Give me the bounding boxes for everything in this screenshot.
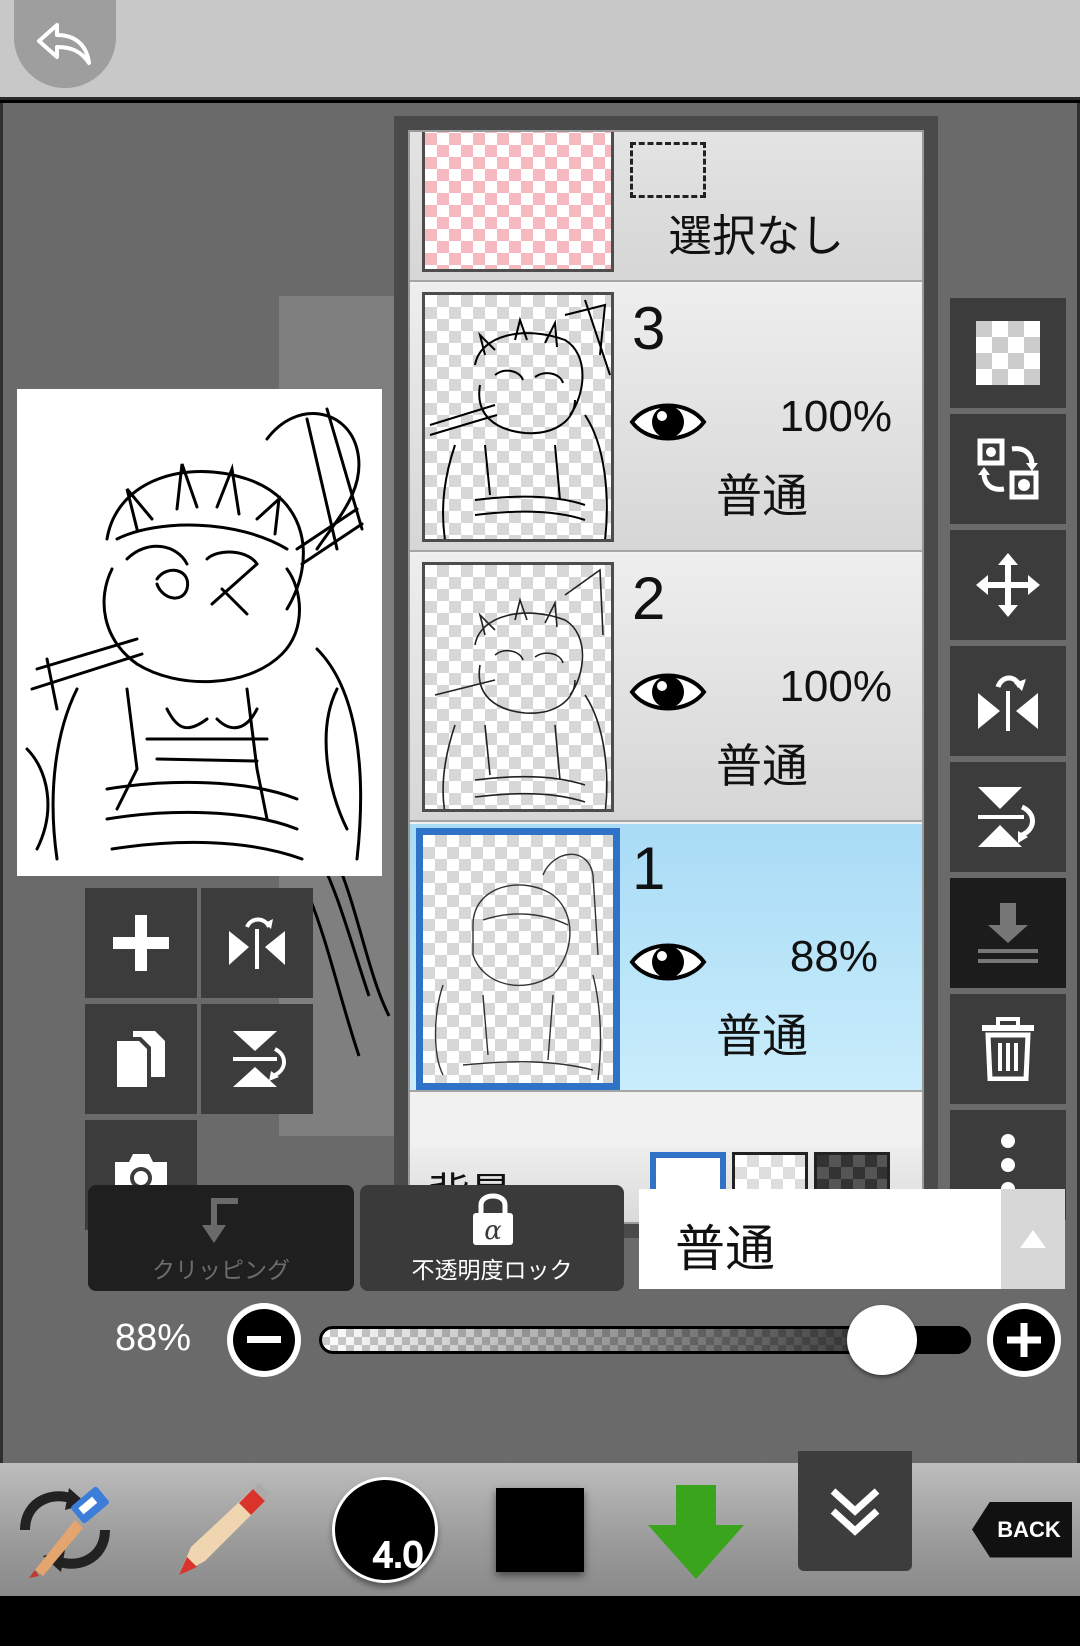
minus-icon — [247, 1336, 281, 1343]
layer-blend-mode: 普通 — [716, 739, 808, 793]
flip-horizontal-icon — [978, 675, 1038, 731]
brush-size-circle: 4.0 — [332, 1476, 438, 1583]
clipping-label: クリッピング — [152, 1258, 290, 1284]
brush-size-button[interactable]: 4.0 — [330, 1463, 440, 1596]
swap-brush-eraser-button[interactable] — [10, 1463, 120, 1596]
visibility-eye-icon[interactable] — [628, 394, 708, 454]
pencil-brush-icon — [179, 1482, 269, 1575]
layer-side-toolbar — [950, 298, 1066, 1220]
move-icon — [976, 553, 1040, 617]
add-layer-button[interactable] — [85, 888, 197, 998]
flip-layer-vertical-button[interactable] — [950, 762, 1066, 872]
more-vertical-icon — [1001, 1134, 1015, 1196]
blend-mode-select[interactable]: 普通 — [639, 1189, 1001, 1289]
layer-panel: 選択なし 3 100% 普通 2 100% 普通 1 88% 普通 — [394, 116, 938, 1238]
visibility-eye-icon[interactable] — [628, 934, 708, 994]
color-picker-button[interactable] — [490, 1463, 590, 1596]
opacity-label: 88% — [115, 1317, 192, 1359]
collapse-toolbar-button[interactable] — [798, 1451, 912, 1571]
delete-layer-button[interactable] — [950, 994, 1066, 1104]
opacity-slider-thumb[interactable] — [847, 1305, 918, 1375]
layer-opacity: 100% — [779, 662, 892, 711]
trash-icon — [982, 1017, 1034, 1081]
checkerboard-icon — [976, 321, 1040, 385]
swap-icon — [977, 438, 1039, 500]
copy-icon — [117, 1031, 165, 1087]
flip-horizontal-button[interactable] — [201, 888, 313, 998]
duplicate-layer-button[interactable] — [85, 1004, 197, 1114]
merge-down-icon — [978, 903, 1038, 963]
blend-mode-value: 普通 — [675, 1220, 775, 1278]
flip-vertical-icon — [233, 1031, 286, 1087]
back-button[interactable]: BACK — [964, 1463, 1080, 1596]
download-arrow-icon — [648, 1484, 744, 1579]
triangle-up-icon — [1020, 1230, 1046, 1248]
swap-brush-eraser-icon — [20, 1486, 110, 1578]
lock-icon: α — [473, 1193, 513, 1246]
layer-thumbnail — [422, 292, 614, 542]
undo-button[interactable] — [14, 0, 116, 88]
layer-row-1[interactable]: 1 88% 普通 — [410, 824, 922, 1092]
opacity-increase-button[interactable] — [987, 1303, 1061, 1377]
new-layer-transparent-button[interactable] — [950, 298, 1066, 408]
clipping-button[interactable]: クリッピング — [88, 1185, 354, 1291]
plus-icon — [1007, 1323, 1041, 1357]
flip-vertical-button[interactable] — [201, 1004, 313, 1114]
layer-list: 選択なし 3 100% 普通 2 100% 普通 1 88% 普通 — [408, 130, 924, 1224]
plus-icon — [113, 915, 169, 971]
blend-mode-dropdown-button[interactable] — [1001, 1189, 1065, 1289]
svg-text:α: α — [484, 1216, 502, 1246]
selection-layer-label: 選択なし — [668, 211, 844, 262]
back-tag-icon: BACK — [972, 1501, 1072, 1558]
layer-blend-mode: 普通 — [716, 469, 808, 523]
layer-number: 2 — [632, 565, 666, 632]
alpha-lock-label: 不透明度ロック — [411, 1258, 573, 1284]
undo-icon — [37, 23, 91, 65]
layer-thumbnail — [416, 828, 620, 1090]
back-label: BACK — [997, 1516, 1061, 1542]
layer-opacity: 88% — [789, 932, 878, 981]
selection-layer-thumbnail — [422, 132, 614, 272]
selection-marquee-icon — [630, 142, 706, 198]
current-color-swatch — [496, 1487, 584, 1572]
layer-opacity: 100% — [779, 392, 892, 441]
flip-horizontal-icon — [229, 917, 285, 969]
drawing-canvas[interactable] — [17, 389, 382, 876]
save-download-button[interactable] — [646, 1463, 746, 1596]
brush-tool-button[interactable] — [160, 1463, 280, 1596]
visibility-eye-icon[interactable] — [628, 664, 708, 724]
selection-layer-row[interactable]: 選択なし — [410, 132, 922, 282]
merge-down-button[interactable] — [950, 878, 1066, 988]
brush-size-value: 4.0 — [372, 1533, 424, 1576]
system-nav-bar — [0, 1596, 1080, 1646]
top-bar — [0, 0, 1080, 100]
flip-vertical-icon — [978, 787, 1035, 847]
layer-thumbnail — [422, 562, 614, 812]
bottom-toolbar: 4.0 BACK — [0, 1451, 1080, 1596]
move-layer-button[interactable] — [950, 530, 1066, 640]
double-chevron-down-icon — [830, 1488, 880, 1536]
swap-layers-button[interactable] — [950, 414, 1066, 524]
workspace: 選択なし 3 100% 普通 2 100% 普通 1 88% 普通 クリッピング… — [0, 103, 1080, 1463]
layer-blend-mode: 普通 — [716, 1009, 808, 1063]
layer-row-2[interactable]: 2 100% 普通 — [410, 554, 922, 822]
flip-layer-horizontal-button[interactable] — [950, 646, 1066, 756]
layer-row-3[interactable]: 3 100% 普通 — [410, 284, 922, 552]
clipping-icon — [202, 1198, 238, 1243]
layer-tool-grid — [85, 888, 317, 1230]
layer-number: 1 — [632, 835, 666, 902]
opacity-decrease-button[interactable] — [227, 1303, 301, 1377]
alpha-lock-button[interactable]: α 不透明度ロック — [360, 1185, 624, 1291]
layer-number: 3 — [632, 295, 666, 362]
